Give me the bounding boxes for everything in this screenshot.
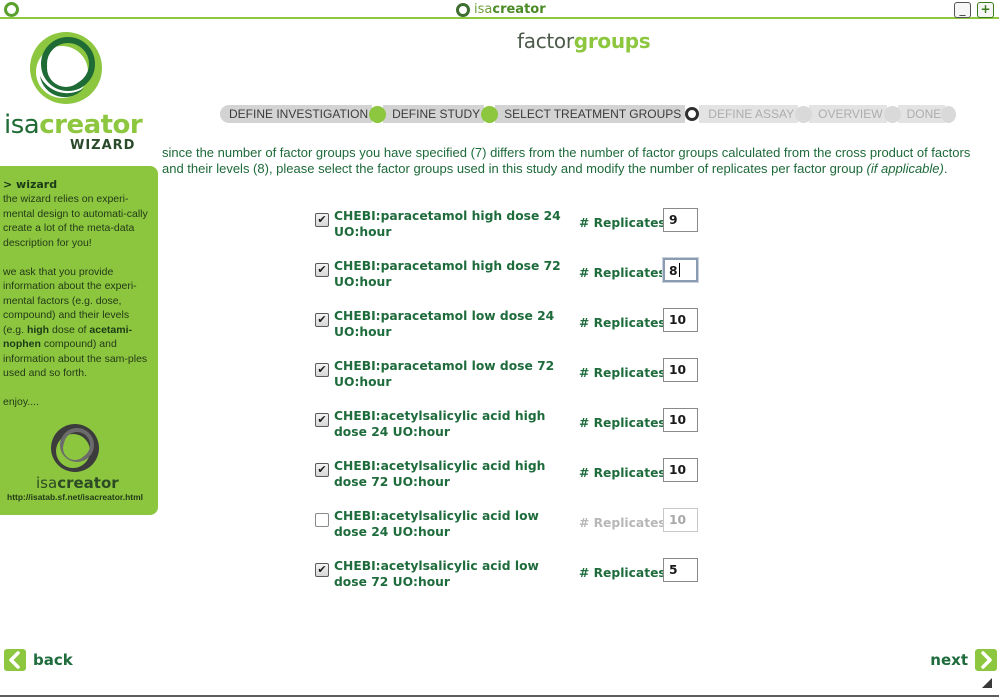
replicates-label: # Replicates — [579, 516, 666, 530]
title-bar: isa creator _ + — [0, 0, 999, 19]
replicates-label: # Replicates — [579, 266, 666, 280]
isacreator-logo-icon — [30, 32, 102, 104]
replicates-label: # Replicates — [579, 466, 666, 480]
next-arrow-icon[interactable] — [975, 649, 997, 671]
factor-group-name: CHEBI:paracetamol low dose 24 UO:hour — [334, 309, 555, 339]
step-define-assay: DEFINE ASSAY — [699, 105, 799, 123]
back-arrow-icon[interactable] — [4, 649, 26, 671]
step-done: DONE — [897, 105, 946, 123]
replicates-input[interactable]: 10 — [663, 408, 698, 432]
replicates-label: # Replicates — [579, 316, 666, 330]
logo-isa: isa — [4, 110, 40, 140]
factor-group-checkbox[interactable]: ✔ — [315, 413, 329, 427]
replicates-label: # Replicates — [579, 216, 666, 230]
replicates-label: # Replicates — [579, 416, 666, 430]
factor-group-checkbox[interactable]: ✔ — [315, 263, 329, 277]
sidebar-paragraph-1: the wizard relies on experi-mental desig… — [3, 193, 148, 249]
sidebar-paragraph-3: enjoy.... — [3, 396, 39, 408]
sidebar-logo-wordmark: isacreator — [36, 474, 119, 492]
sidebar-title: > wizard — [3, 178, 58, 191]
replicates-label: # Replicates — [579, 566, 666, 580]
step-define-investigation: DEFINE INVESTIGATION — [220, 105, 373, 123]
factor-group-name: CHEBI:acetylsalicylic acid high dose 24 … — [334, 409, 546, 439]
maximize-button[interactable]: + — [977, 2, 994, 18]
factor-group-name: CHEBI:paracetamol low dose 72 UO:hour — [334, 359, 555, 389]
isacreator-ring-icon — [456, 2, 470, 17]
logo-wizard: WIZARD — [70, 138, 136, 153]
factor-group-checkbox[interactable]: ✔ — [315, 363, 329, 377]
replicates-input[interactable]: 9 — [663, 208, 698, 232]
factor-group-name: CHEBI:acetylsalicylic acid high dose 72 … — [334, 459, 546, 489]
window-title: isa creator — [456, 1, 546, 18]
sidebar-url-link[interactable]: http://isatab.sf.net/isacreator.html — [7, 492, 143, 502]
factor-group-name: CHEBI:paracetamol high dose 72 UO:hour — [334, 259, 561, 289]
step-end-dot-icon — [941, 105, 957, 123]
next-label[interactable]: next — [930, 651, 968, 669]
logo-wordmark: isacreator — [4, 110, 143, 140]
step-done-dot-icon — [481, 105, 499, 123]
wizard-steps: DEFINE INVESTIGATION DEFINE STUDY SELECT… — [220, 105, 957, 123]
page-title: factorgroups — [517, 29, 651, 53]
step-define-study: DEFINE STUDY — [383, 105, 485, 123]
instructions-text: since the number of factor groups you ha… — [162, 145, 971, 176]
wizard-info-panel: > wizard the wizard relies on experi-men… — [0, 166, 158, 515]
factor-group-checkbox[interactable]: ✔ — [315, 463, 329, 477]
back-button[interactable]: back — [4, 649, 73, 671]
step-current-dot-icon — [685, 107, 700, 121]
factor-group-name: CHEBI:acetylsalicylic acid low dose 72 U… — [334, 559, 539, 589]
factor-group-name: CHEBI:paracetamol high dose 24 UO:hour — [334, 209, 561, 239]
factor-group-checkbox[interactable]: ✔ — [315, 563, 329, 577]
sidebar-logo-icon — [51, 424, 99, 472]
factor-group-name: CHEBI:acetylsalicylic acid low dose 24 U… — [334, 509, 539, 539]
replicates-input[interactable]: 10 — [663, 458, 698, 482]
factor-group-checkbox[interactable]: ✔ — [315, 313, 329, 327]
next-button[interactable]: next — [930, 649, 997, 671]
replicates-input[interactable]: 10 — [663, 508, 698, 532]
sidebar-paragraph-2: we ask that you provide information abou… — [3, 265, 148, 380]
step-overview: OVERVIEW — [809, 105, 887, 123]
step-pending-dot-icon — [883, 105, 901, 123]
resize-grip-icon[interactable] — [981, 677, 993, 689]
window-title-suffix: creator — [492, 2, 546, 17]
logo-creator: creator — [39, 110, 143, 140]
factor-group-checkbox[interactable] — [315, 513, 329, 527]
window-title-prefix: isa — [474, 2, 493, 17]
step-done-dot-icon — [369, 105, 387, 123]
back-label[interactable]: back — [33, 651, 73, 669]
factor-group-checkbox[interactable]: ✔ — [315, 213, 329, 227]
replicates-input[interactable]: 8 — [663, 258, 698, 282]
minimize-button[interactable]: _ — [954, 2, 971, 18]
replicates-input[interactable]: 10 — [663, 308, 698, 332]
step-pending-dot-icon — [795, 105, 813, 123]
step-select-treatment-groups: SELECT TREATMENT GROUPS — [495, 105, 686, 123]
app-logo-icon — [4, 2, 19, 17]
replicates-input[interactable]: 10 — [663, 358, 698, 382]
text-caret — [678, 263, 680, 277]
replicates-input[interactable]: 5 — [663, 558, 698, 582]
replicates-label: # Replicates — [579, 366, 666, 380]
